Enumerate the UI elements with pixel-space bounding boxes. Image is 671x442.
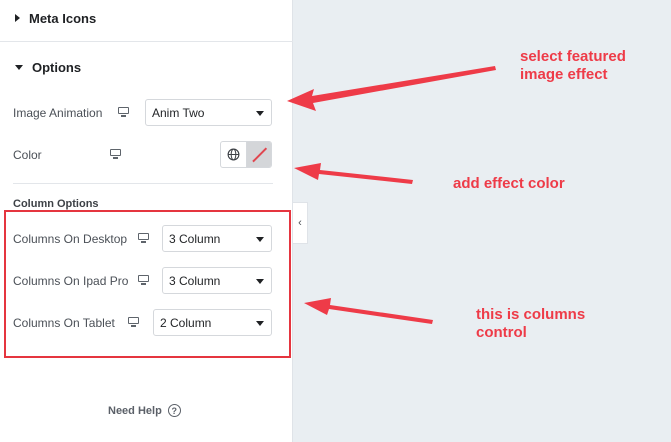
chevron-down-icon: [256, 111, 264, 116]
arrow-effect-color: [294, 163, 413, 184]
need-help-link[interactable]: Need Help ?: [108, 404, 181, 417]
image-animation-select[interactable]: Anim Two: [145, 99, 272, 126]
globe-icon: [227, 148, 240, 161]
select-value: Anim Two: [152, 105, 205, 120]
annotation-line: image effect: [520, 66, 608, 83]
annotation-featured: select featured image effect: [520, 48, 626, 84]
color-control: [220, 141, 272, 168]
arrow-featured: [287, 66, 496, 111]
section-options[interactable]: Options: [0, 57, 293, 77]
color-label: Color: [13, 148, 42, 162]
column-options-heading: Column Options: [13, 198, 99, 210]
columns-highlight-box: [4, 210, 291, 358]
section-meta-icons[interactable]: Meta Icons: [0, 8, 293, 28]
divider: [0, 41, 293, 42]
collapse-panel-button[interactable]: ‹: [293, 202, 308, 244]
annotation-columns: this is columns control: [476, 306, 585, 342]
annotation-line: this is columns: [476, 306, 586, 323]
color-picker-button[interactable]: [247, 142, 271, 167]
monitor-icon[interactable]: [110, 149, 121, 159]
annotation-line: control: [476, 324, 527, 341]
annotation-effect-color: add effect color: [453, 175, 565, 193]
annotation-line: select featured: [520, 48, 626, 65]
global-colors-button[interactable]: [221, 142, 247, 167]
question-circle-icon: ?: [167, 404, 181, 417]
need-help-label: Need Help: [108, 404, 162, 417]
caret-down-icon: [15, 64, 23, 70]
editor-panel: Meta Icons Options Image Animation Anim …: [0, 0, 293, 442]
section-title: Meta Icons: [29, 10, 97, 26]
section-title: Options: [32, 59, 82, 75]
image-animation-label: Image Animation: [13, 106, 103, 120]
caret-right-icon: [15, 14, 20, 22]
annotation-line: add effect color: [453, 175, 565, 192]
chevron-left-icon: ‹: [298, 217, 302, 229]
clear-color-icon: [252, 147, 267, 162]
arrow-columns: [304, 298, 433, 324]
monitor-icon[interactable]: [118, 107, 129, 117]
divider: [13, 183, 273, 184]
